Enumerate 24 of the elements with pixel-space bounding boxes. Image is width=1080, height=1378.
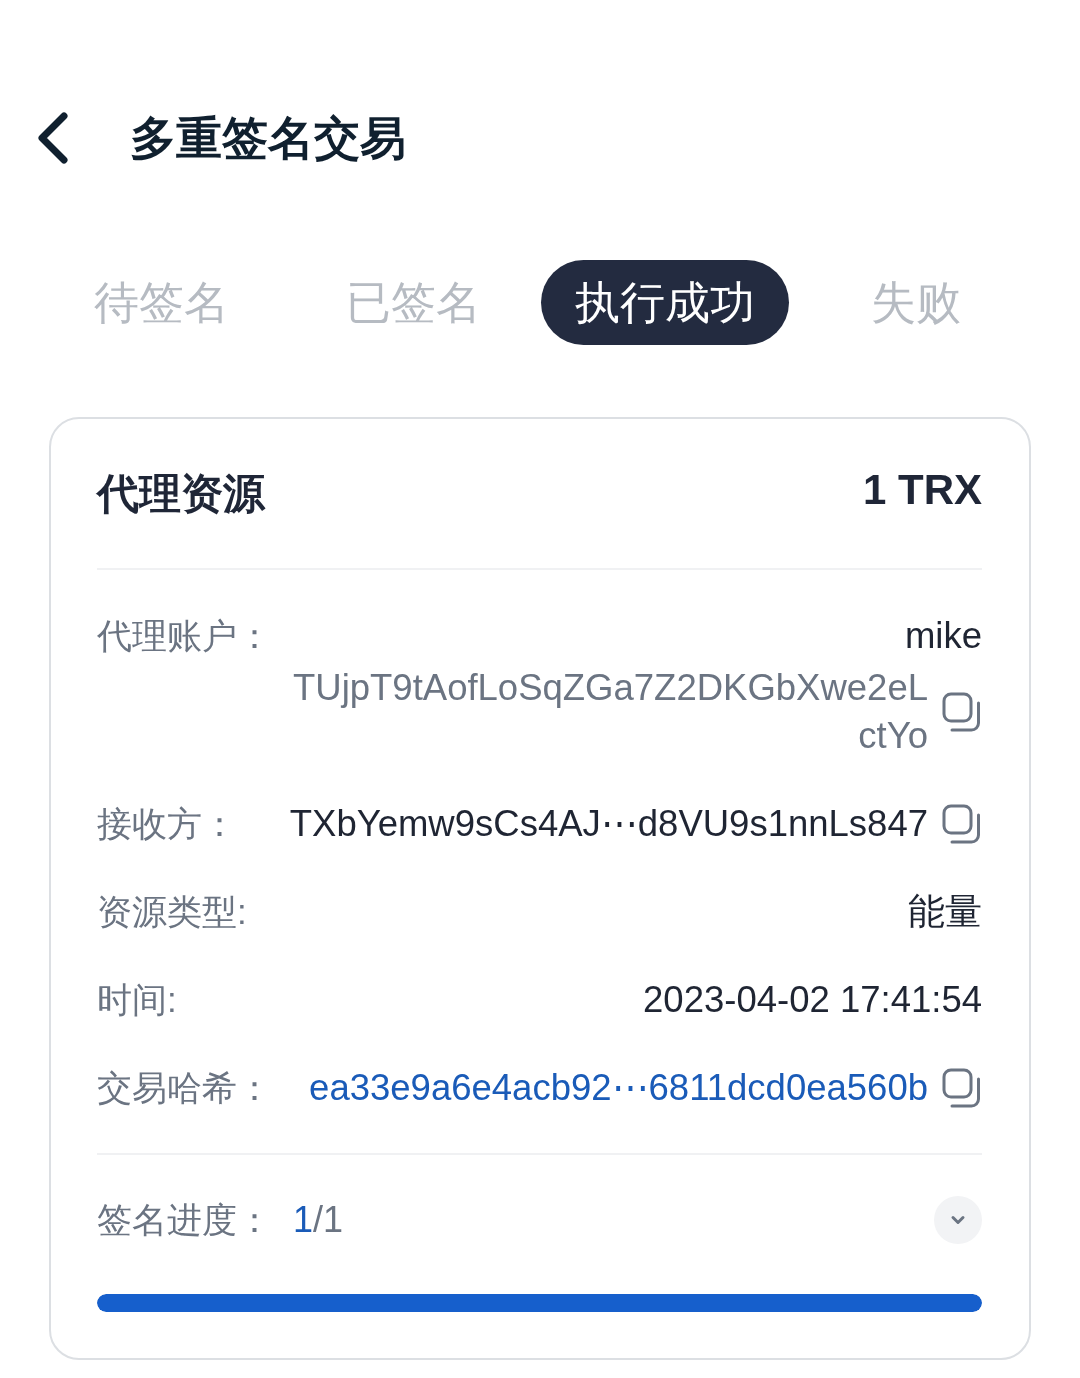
field-label: 交易哈希：	[97, 1067, 273, 1109]
amount: 1 TRX	[862, 465, 982, 514]
field-value: TXbYemw9sCs4AJ⋯d8VU9s1nnLs847	[289, 802, 928, 846]
tab[interactable]: 执行成功	[540, 260, 789, 345]
field-label: 接收方：	[97, 803, 238, 845]
page-title: 多重签名交易	[130, 111, 406, 166]
signature-count: 1/1	[293, 1199, 344, 1241]
back-icon[interactable]	[36, 112, 70, 164]
field-label: 资源类型:	[97, 891, 248, 933]
account-address: TUjpT9tAofLoSqZGa7Z2DKGbXwe2eLctYo	[292, 666, 928, 758]
field-value: 能量	[908, 890, 982, 934]
progress-label: 签名进度：	[97, 1199, 273, 1241]
tab[interactable]: 失败	[837, 260, 996, 345]
copy-icon[interactable]	[942, 1068, 982, 1108]
field-label: 代理账户：	[97, 615, 273, 657]
tab[interactable]: 已签名	[311, 260, 515, 345]
hash-link[interactable]: ea33e9a6e4acb92⋯6811dcd0ea560b	[309, 1064, 928, 1112]
copy-icon[interactable]	[942, 692, 982, 732]
copy-icon[interactable]	[942, 804, 982, 844]
field-label: 时间:	[97, 979, 178, 1021]
field-value: 2023-04-02 17:41:54	[643, 978, 982, 1022]
card-title: 代理资源	[97, 468, 265, 519]
tab[interactable]: 待签名	[60, 260, 264, 345]
account-name: mike	[904, 614, 982, 658]
